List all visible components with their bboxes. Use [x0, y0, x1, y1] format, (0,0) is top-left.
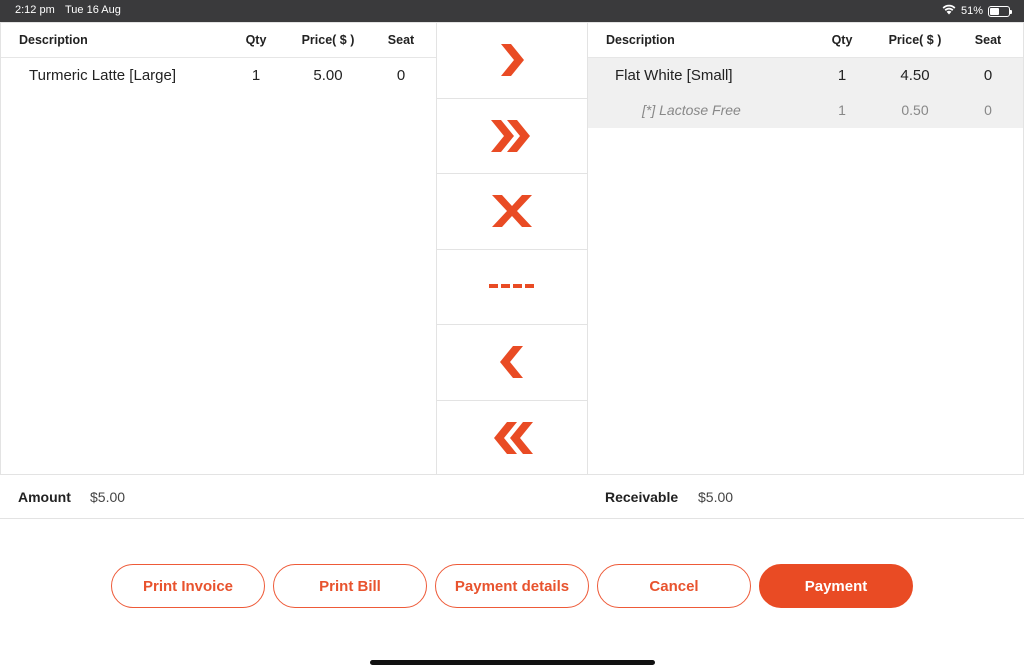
- header-price: Price( $ ): [888, 33, 942, 47]
- home-indicator[interactable]: [370, 660, 655, 665]
- item-seat: 0: [396, 67, 406, 84]
- remove-icon: [490, 193, 534, 229]
- move-right-icon: [497, 42, 527, 78]
- header-description: Description: [19, 33, 88, 47]
- move-left-icon: [497, 344, 527, 380]
- remove-button[interactable]: [437, 174, 587, 250]
- table-row[interactable]: Turmeric Latte [Large] 1 5.00 0: [1, 58, 436, 93]
- modifier-seat: 0: [984, 102, 992, 118]
- receivable-value: $5.00: [698, 489, 734, 505]
- split-icon: [489, 283, 535, 290]
- wifi-icon: [942, 4, 956, 18]
- move-all-right-button[interactable]: [437, 99, 587, 174]
- move-right-button[interactable]: [437, 23, 587, 99]
- left-order-panel: Description Qty Price( $ ) Seat Turmeric…: [0, 22, 437, 475]
- status-time: 2:12 pm: [15, 4, 55, 16]
- print-invoice-button[interactable]: Print Invoice: [111, 564, 265, 608]
- transfer-controls: [436, 22, 588, 475]
- cancel-button[interactable]: Cancel: [597, 564, 751, 608]
- left-table-header: Description Qty Price( $ ) Seat: [1, 23, 436, 58]
- table-row[interactable]: Flat White [Small] 1 4.50 0: [588, 58, 1023, 93]
- battery-percent: 51%: [960, 5, 983, 17]
- item-price: 4.50: [900, 67, 930, 84]
- item-price: 5.00: [313, 67, 343, 84]
- move-all-left-button[interactable]: [437, 401, 587, 477]
- right-table-header: Description Qty Price( $ ) Seat: [588, 23, 1023, 58]
- modifier-price: 0.50: [901, 102, 929, 118]
- amount-value: $5.00: [90, 489, 126, 505]
- modifier-description: [*] Lactose Free: [642, 102, 741, 118]
- move-left-button[interactable]: [437, 325, 587, 401]
- action-buttons: Print Invoice Print Bill Payment details…: [111, 564, 913, 608]
- header-qty: Qty: [245, 33, 267, 47]
- payment-button[interactable]: Payment: [759, 564, 913, 608]
- header-seat: Seat: [387, 33, 415, 47]
- amount-label: Amount: [18, 489, 71, 505]
- item-description: Flat White [Small]: [615, 67, 733, 84]
- status-date: Tue 16 Aug: [65, 4, 121, 16]
- status-indicators: 51%: [942, 4, 1012, 18]
- item-qty: 1: [837, 67, 847, 84]
- right-order-panel: Description Qty Price( $ ) Seat Flat Whi…: [587, 22, 1024, 475]
- battery-icon: [988, 5, 1012, 17]
- header-price: Price( $ ): [301, 33, 355, 47]
- totals-bar: Amount $5.00 Receivable $5.00: [0, 475, 1024, 519]
- print-bill-button[interactable]: Print Bill: [273, 564, 427, 608]
- receivable-label: Receivable: [605, 489, 679, 505]
- move-all-left-icon: [489, 420, 535, 456]
- modifier-qty: 1: [838, 102, 846, 118]
- split-button[interactable]: [437, 250, 587, 325]
- payment-details-button[interactable]: Payment details: [435, 564, 589, 608]
- header-seat: Seat: [974, 33, 1002, 47]
- status-bar: 2:12 pm Tue 16 Aug 51%: [0, 0, 1024, 22]
- item-qty: 1: [251, 67, 261, 84]
- item-seat: 0: [983, 67, 993, 84]
- header-description: Description: [606, 33, 675, 47]
- header-qty: Qty: [831, 33, 853, 47]
- modifier-row[interactable]: [*] Lactose Free 1 0.50 0: [588, 93, 1023, 128]
- item-description: Turmeric Latte [Large]: [29, 67, 177, 84]
- move-all-right-icon: [489, 118, 535, 154]
